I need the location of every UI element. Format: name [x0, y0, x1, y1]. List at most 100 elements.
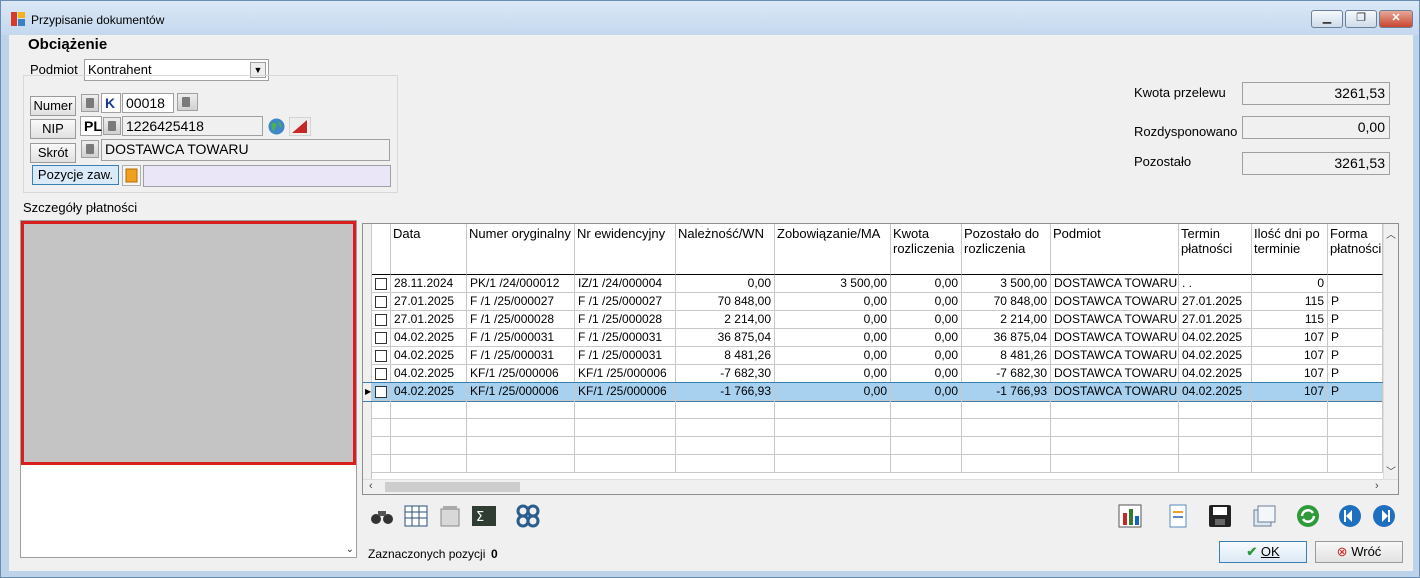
col-header-numer[interactable]: Numer oryginalny: [467, 224, 575, 275]
table-icon[interactable]: [403, 503, 429, 529]
lookup-icon[interactable]: [103, 117, 121, 135]
cell-podmiot: DOSTAWCA TOWARU: [1051, 347, 1179, 365]
col-header-zobowiazanie[interactable]: Zobowiązanie/MA: [775, 224, 891, 275]
nip-field[interactable]: 1226425418: [122, 116, 263, 136]
cell-podmiot: [1051, 419, 1179, 437]
nip-prefix: PL: [80, 116, 102, 136]
row-checkbox[interactable]: [375, 386, 387, 398]
chevron-down-icon[interactable]: ⌄: [346, 544, 354, 555]
ok-button[interactable]: ✔ OK: [1219, 541, 1307, 563]
cell-kwota: 0,00: [891, 293, 962, 311]
cell-numer: [467, 437, 575, 455]
details-panel[interactable]: ⌄: [20, 220, 357, 558]
maximize-button[interactable]: ❐: [1345, 10, 1377, 28]
globe-icon[interactable]: [267, 117, 286, 136]
col-header-termin[interactable]: Termin płatności: [1179, 224, 1252, 275]
cell-data: [391, 401, 467, 419]
empty-row: [363, 437, 1383, 455]
table-row[interactable]: 04.02.2025 F /1 /25/000031 F /1 /25/000031…: [363, 347, 1383, 365]
chevron-left-icon[interactable]: ‹: [369, 480, 373, 492]
cell-ilosc-dni: 107: [1252, 383, 1328, 401]
pozycje-field[interactable]: [143, 165, 391, 187]
close-button[interactable]: ✕: [1379, 10, 1413, 28]
cell-ilosc-dni: 115: [1252, 311, 1328, 329]
numer-field[interactable]: 00018: [122, 93, 174, 113]
horizontal-scrollbar[interactable]: ‹ ›: [363, 479, 1398, 494]
row-checkbox[interactable]: [375, 278, 387, 290]
copy-icon[interactable]: [1251, 503, 1277, 529]
chart-icon[interactable]: [1117, 503, 1143, 529]
col-header-podmiot[interactable]: Podmiot: [1051, 224, 1179, 275]
cell-nr-ewid: [575, 401, 676, 419]
row-checkbox[interactable]: [375, 296, 387, 308]
cell-ilosc-dni: 0: [1252, 275, 1328, 293]
cell-zobowiazanie: 0,00: [775, 347, 891, 365]
skrot-button[interactable]: Skrót: [30, 143, 76, 163]
back-button[interactable]: ⊗ Wróć: [1315, 541, 1403, 563]
scrollbar-thumb[interactable]: [385, 482, 520, 492]
cell-kwota: [891, 455, 962, 473]
chevron-down-icon[interactable]: ﹀: [1386, 463, 1396, 478]
recycle-bin-icon[interactable]: [437, 503, 463, 529]
check-cell: [372, 419, 391, 437]
details-label: Szczegóły płatności: [23, 200, 138, 215]
table-row[interactable]: 28.11.2024 PK/1 /24/000012 IZ/1 /24/000004…: [363, 275, 1383, 293]
minimize-button[interactable]: ▁: [1311, 10, 1343, 28]
table-row[interactable]: 04.02.2025 F /1 /25/000031 F /1 /25/000031…: [363, 329, 1383, 347]
cell-naleznosc: [676, 419, 775, 437]
numer-button[interactable]: Numer: [30, 96, 76, 116]
next-icon[interactable]: [1371, 503, 1397, 529]
binoculars-icon[interactable]: [369, 503, 395, 529]
row-checkbox[interactable]: [375, 314, 387, 326]
cell-naleznosc: 8 481,26: [676, 347, 775, 365]
table-row[interactable]: 27.01.2025 F /1 /25/000027 F /1 /25/000027…: [363, 293, 1383, 311]
lookup-icon[interactable]: [81, 94, 99, 112]
chart-arrow-icon[interactable]: [289, 117, 311, 136]
handshake-icon[interactable]: [177, 93, 198, 111]
sum-icon[interactable]: Σ: [471, 503, 497, 529]
gears-icon[interactable]: [515, 503, 541, 529]
cell-podmiot: DOSTAWCA TOWARU: [1051, 383, 1179, 401]
rozdysp-label: Rozdysponowano: [1134, 124, 1238, 139]
folder-icon[interactable]: [122, 165, 141, 186]
row-checkbox[interactable]: [375, 368, 387, 380]
col-header-naleznosc[interactable]: Należność/WN: [676, 224, 775, 275]
table-row[interactable]: 04.02.2025 KF/1 /25/000006 KF/1 /25/000006…: [363, 365, 1383, 383]
cell-forma: P: [1328, 311, 1383, 329]
document-icon[interactable]: [1165, 503, 1191, 529]
cancel-icon: ⊗: [1336, 544, 1348, 559]
col-header-forma[interactable]: Forma płatności: [1328, 224, 1383, 275]
skrot-field[interactable]: DOSTAWCA TOWARU: [101, 139, 390, 161]
chevron-up-icon[interactable]: ︿: [1386, 226, 1396, 241]
previous-icon[interactable]: [1337, 503, 1363, 529]
row-checkbox[interactable]: [375, 332, 387, 344]
table-row[interactable]: ▶ 04.02.2025 KF/1 /25/000006 KF/1 /25/00000…: [363, 382, 1384, 402]
cell-pozostalo: -1 766,93: [962, 383, 1051, 401]
cell-zobowiazanie: 0,00: [775, 311, 891, 329]
table-row[interactable]: 27.01.2025 F /1 /25/000028 F /1 /25/000028…: [363, 311, 1383, 329]
col-header-nr-ewid[interactable]: Nr ewidencyjny: [575, 224, 676, 275]
cell-termin: 27.01.2025: [1179, 311, 1252, 329]
col-header-data[interactable]: Data: [391, 224, 467, 275]
row-checkbox[interactable]: [375, 350, 387, 362]
refresh-icon[interactable]: [1295, 503, 1321, 529]
save-icon[interactable]: [1207, 503, 1233, 529]
cell-podmiot: [1051, 437, 1179, 455]
cell-data: 04.02.2025: [391, 365, 467, 383]
nip-button[interactable]: NIP: [30, 119, 76, 139]
col-header-ilosc-dni[interactable]: Ilość dni po terminie: [1252, 224, 1328, 275]
check-cell: [372, 275, 391, 293]
chevron-right-icon[interactable]: ›: [1375, 480, 1379, 492]
cell-pozostalo: [962, 401, 1051, 419]
lookup-icon[interactable]: [81, 140, 99, 158]
pozycje-button[interactable]: Pozycje zaw.: [32, 165, 119, 185]
documents-grid: Data Numer oryginalny Nr ewidencyjny Nal…: [362, 223, 1399, 495]
vertical-scrollbar[interactable]: ︿ ﹀: [1383, 224, 1398, 479]
col-header-pozostalo[interactable]: Pozostało do rozliczenia: [962, 224, 1051, 275]
checkmark-icon: ✔: [1246, 544, 1258, 559]
cell-zobowiazanie: 3 500,00: [775, 275, 891, 293]
col-header-kwota[interactable]: Kwota rozliczenia: [891, 224, 962, 275]
cell-data: [391, 455, 467, 473]
ok-label: OK: [1260, 544, 1280, 559]
selected-count-value: 0: [491, 547, 498, 561]
